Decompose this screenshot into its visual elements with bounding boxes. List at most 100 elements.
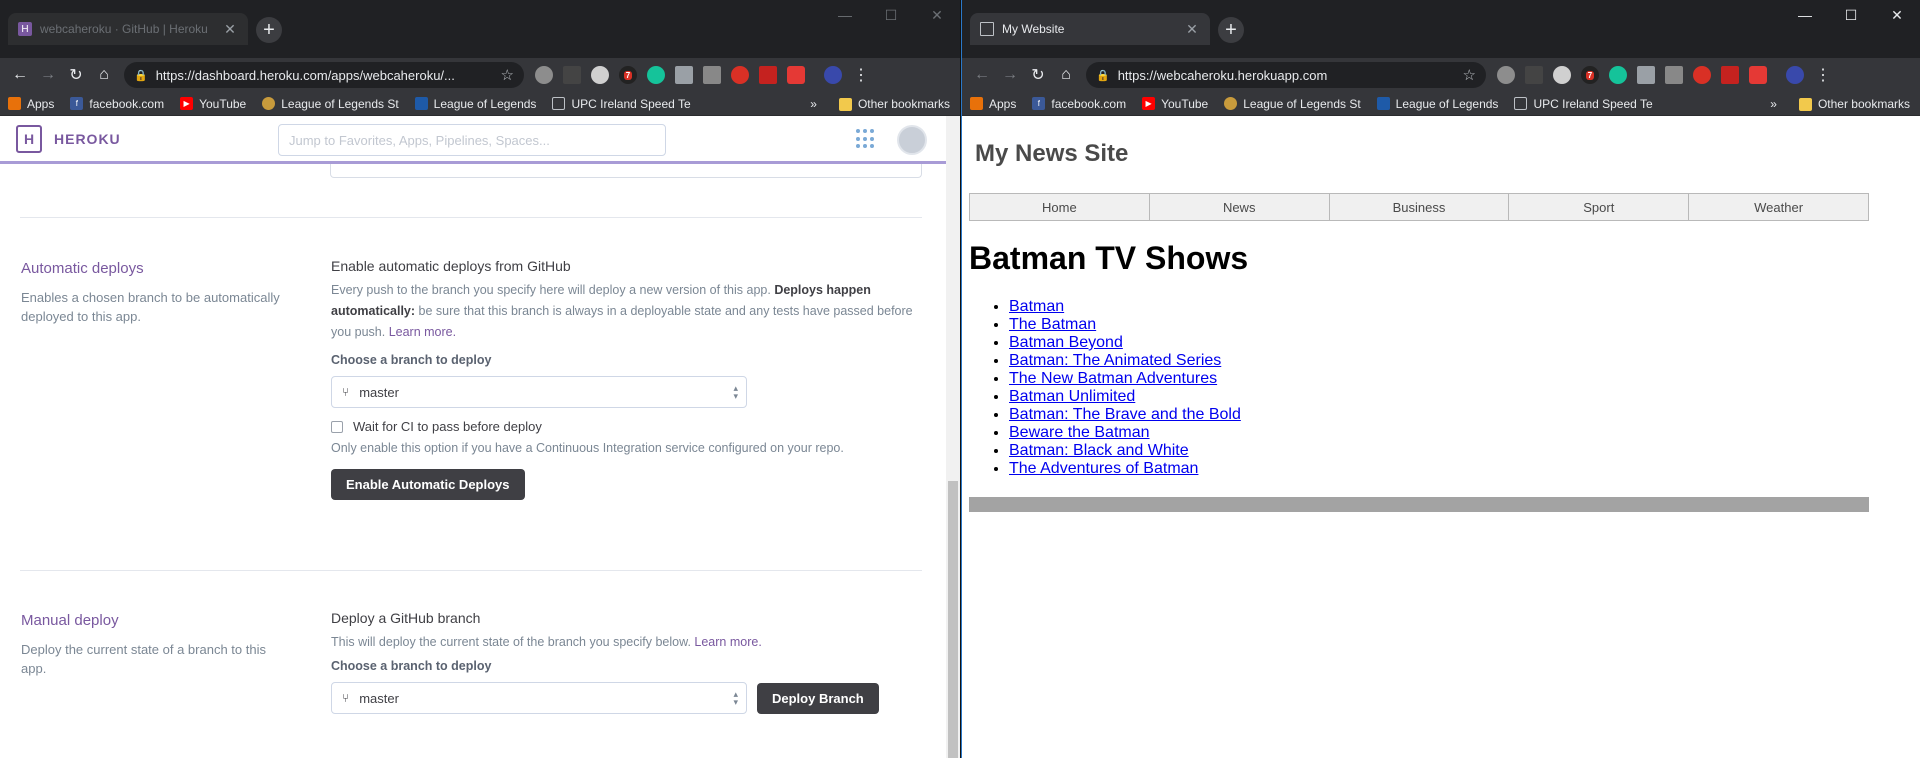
search-input[interactable]: Jump to Favorites, Apps, Pipelines, Spac…	[278, 124, 666, 156]
show-link[interactable]: Batman	[1009, 298, 1064, 315]
show-link[interactable]: Batman: The Animated Series	[1009, 352, 1221, 369]
extension-icon[interactable]	[1497, 66, 1515, 84]
close-tab-icon[interactable]: ✕	[222, 21, 238, 38]
show-link[interactable]: Batman: Black and White	[1009, 442, 1189, 459]
maximize-icon[interactable]: ☐	[1828, 0, 1874, 30]
menu-icon[interactable]: ⋮	[1815, 65, 1831, 85]
bookmark-lol-stats[interactable]: League of Legends St	[262, 97, 399, 111]
bookmark-facebook[interactable]: f facebook.com	[1032, 97, 1126, 111]
close-tab-icon[interactable]: ✕	[1184, 21, 1200, 38]
tab-my-website[interactable]: My Website ✕	[970, 13, 1210, 45]
nav-home[interactable]: Home	[970, 194, 1150, 220]
extension-icon[interactable]	[703, 66, 721, 84]
window-controls: — ☐ ✕	[1782, 0, 1920, 30]
bookmark-facebook[interactable]: f facebook.com	[70, 97, 164, 111]
heroku-logo-text[interactable]: HEROKU	[54, 131, 121, 147]
nav-weather[interactable]: Weather	[1689, 194, 1868, 220]
bookmark-upc[interactable]: UPC Ireland Speed Te	[552, 97, 691, 111]
bookmark-label: League of Legends	[1395, 96, 1499, 111]
extension-icon[interactable]	[535, 66, 553, 84]
drive-icon[interactable]	[1637, 66, 1655, 84]
bookmarks-overflow-icon[interactable]: »	[810, 97, 817, 111]
bookmark-upc[interactable]: UPC Ireland Speed Te	[1514, 97, 1653, 111]
pdf-icon[interactable]	[759, 66, 777, 84]
back-icon[interactable]: ←	[968, 61, 996, 89]
new-tab-button[interactable]: +	[1218, 17, 1244, 43]
list-item: Batman: The Brave and the Bold	[1009, 406, 1241, 424]
home-icon[interactable]: ⌂	[90, 61, 118, 89]
pdf-icon[interactable]	[1721, 66, 1739, 84]
minimize-icon[interactable]: —	[822, 0, 868, 30]
close-window-icon[interactable]: ✕	[914, 0, 960, 30]
bookmark-star-icon[interactable]: ☆	[1463, 66, 1476, 84]
address-bar[interactable]: 🔒 https://webcaheroku.herokuapp.com ☆	[1086, 62, 1486, 88]
learn-more-link[interactable]: Learn more.	[694, 635, 761, 649]
nav-news[interactable]: News	[1150, 194, 1330, 220]
extension-icon[interactable]	[731, 66, 749, 84]
scrollbar-thumb[interactable]	[948, 481, 958, 758]
deploy-branch-button[interactable]: Deploy Branch	[757, 682, 879, 714]
show-link[interactable]: The Adventures of Batman	[1009, 460, 1198, 477]
extension-icon[interactable]	[1665, 66, 1683, 84]
profile-avatar-icon[interactable]	[1786, 66, 1804, 84]
other-bookmarks[interactable]: Other bookmarks	[838, 97, 950, 111]
bookmark-star-icon[interactable]: ☆	[501, 66, 514, 84]
show-link[interactable]: Beware the Batman	[1009, 424, 1150, 441]
extension-icon[interactable]	[563, 66, 581, 84]
home-icon[interactable]: ⌂	[1052, 61, 1080, 89]
branch-select[interactable]: ⑂ master ▴ ▾	[331, 376, 747, 408]
extension-icon[interactable]: 7	[1581, 66, 1599, 84]
close-window-icon[interactable]: ✕	[1874, 0, 1920, 30]
extension-icon[interactable]	[1749, 66, 1767, 84]
select-caret-icon: ▴ ▾	[733, 383, 738, 401]
grammarly-icon[interactable]	[1609, 66, 1627, 84]
extension-icon[interactable]: 7	[619, 66, 637, 84]
address-bar[interactable]: 🔒 https://dashboard.heroku.com/apps/webc…	[124, 62, 524, 88]
nav-business[interactable]: Business	[1330, 194, 1510, 220]
bookmark-youtube[interactable]: ▶ YouTube	[1142, 97, 1208, 111]
extension-icon[interactable]	[1553, 66, 1571, 84]
extension-icon[interactable]	[1693, 66, 1711, 84]
bookmark-apps[interactable]: Apps	[970, 97, 1016, 111]
show-link[interactable]: The New Batman Adventures	[1009, 370, 1217, 387]
bookmarks-bar: Apps f facebook.com ▶ YouTube League of Le…	[962, 92, 1920, 116]
bookmark-lol[interactable]: League of Legends	[1376, 96, 1499, 111]
reload-icon[interactable]: ↻	[1024, 61, 1052, 89]
tab-heroku[interactable]: H webcaheroku · GitHub | Heroku ✕	[8, 13, 248, 45]
drive-icon[interactable]	[675, 66, 693, 84]
extension-icon[interactable]	[787, 66, 805, 84]
lock-icon: 🔒	[134, 69, 148, 82]
bookmark-apps[interactable]: Apps	[8, 97, 54, 111]
minimize-icon[interactable]: —	[1782, 0, 1828, 30]
branch-select[interactable]: ⑂ master ▴ ▾	[331, 682, 747, 714]
grammarly-icon[interactable]	[647, 66, 665, 84]
wait-ci-checkbox[interactable]	[331, 420, 343, 433]
new-tab-button[interactable]: +	[256, 17, 282, 43]
other-bookmarks[interactable]: Other bookmarks	[1798, 97, 1910, 111]
profile-avatar-icon[interactable]	[824, 66, 842, 84]
bookmarks-overflow-icon[interactable]: »	[1770, 97, 1777, 111]
learn-more-link[interactable]: Learn more.	[389, 325, 456, 339]
forward-icon[interactable]: →	[996, 61, 1024, 89]
shows-list: Batman The Batman Batman Beyond Batman: …	[1009, 298, 1241, 478]
nav-sport[interactable]: Sport	[1509, 194, 1690, 220]
show-link[interactable]: The Batman	[1009, 316, 1096, 333]
forward-icon[interactable]: →	[34, 61, 62, 89]
show-link[interactable]: Batman Unlimited	[1009, 388, 1135, 405]
bookmark-youtube[interactable]: ▶ YouTube	[180, 97, 246, 111]
heroku-logo-icon[interactable]: H	[16, 124, 42, 153]
reload-icon[interactable]: ↻	[62, 61, 90, 89]
back-icon[interactable]: ←	[6, 61, 34, 89]
menu-icon[interactable]: ⋮	[853, 65, 869, 85]
extension-icon[interactable]	[591, 66, 609, 84]
avatar[interactable]	[897, 125, 927, 155]
show-link[interactable]: Batman Beyond	[1009, 334, 1123, 351]
maximize-icon[interactable]: ☐	[868, 0, 914, 30]
extension-icon[interactable]	[1525, 66, 1543, 84]
apps-grid-icon[interactable]	[856, 129, 876, 149]
page-scrollbar[interactable]	[946, 116, 960, 758]
bookmark-lol-stats[interactable]: League of Legends St	[1224, 97, 1361, 111]
enable-automatic-deploys-button[interactable]: Enable Automatic Deploys	[331, 469, 525, 500]
show-link[interactable]: Batman: The Brave and the Bold	[1009, 406, 1241, 423]
bookmark-lol[interactable]: League of Legends	[414, 97, 536, 111]
